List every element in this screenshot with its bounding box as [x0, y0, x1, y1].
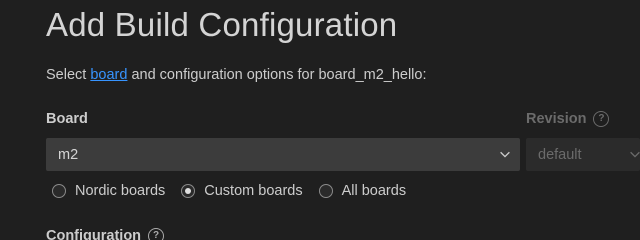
board-filter-radio-group: Nordic boards Custom boards All boards	[52, 183, 422, 199]
radio-button[interactable]	[52, 184, 66, 198]
radio-all-boards[interactable]: All boards	[318, 183, 407, 199]
revision-help-icon[interactable]: ?	[593, 111, 610, 127]
chevron-down-icon	[630, 151, 640, 158]
board-link[interactable]: board	[90, 67, 127, 83]
chevron-down-icon	[500, 151, 510, 158]
radio-button[interactable]	[318, 184, 333, 198]
subtitle-suffix: and configuration options for board_m2_h…	[127, 67, 427, 83]
subtitle-prefix: Select	[46, 67, 91, 83]
revision-select[interactable]: default	[526, 138, 640, 171]
revision-label: Revision	[526, 111, 587, 127]
page-subtitle: Select board and configuration options f…	[46, 67, 427, 83]
board-label: Board	[46, 111, 88, 127]
revision-select-value: default	[538, 146, 582, 163]
page-title: Add Build Configuration	[46, 6, 398, 43]
radio-label: All boards	[341, 183, 407, 199]
board-select[interactable]: m2	[46, 138, 520, 171]
radio-nordic-boards[interactable]: Nordic boards	[52, 183, 165, 199]
radio-label: Nordic boards	[75, 183, 166, 199]
board-select-value: m2	[58, 146, 79, 163]
radio-label: Custom boards	[204, 183, 303, 199]
revision-label-group: Revision ?	[526, 111, 610, 127]
configuration-label-group: Configuration ?	[46, 228, 165, 240]
configuration-help-icon[interactable]: ?	[148, 228, 165, 240]
configuration-label: Configuration	[46, 228, 142, 240]
radio-custom-boards[interactable]: Custom boards	[181, 183, 303, 199]
radio-button-checked[interactable]	[181, 184, 196, 198]
